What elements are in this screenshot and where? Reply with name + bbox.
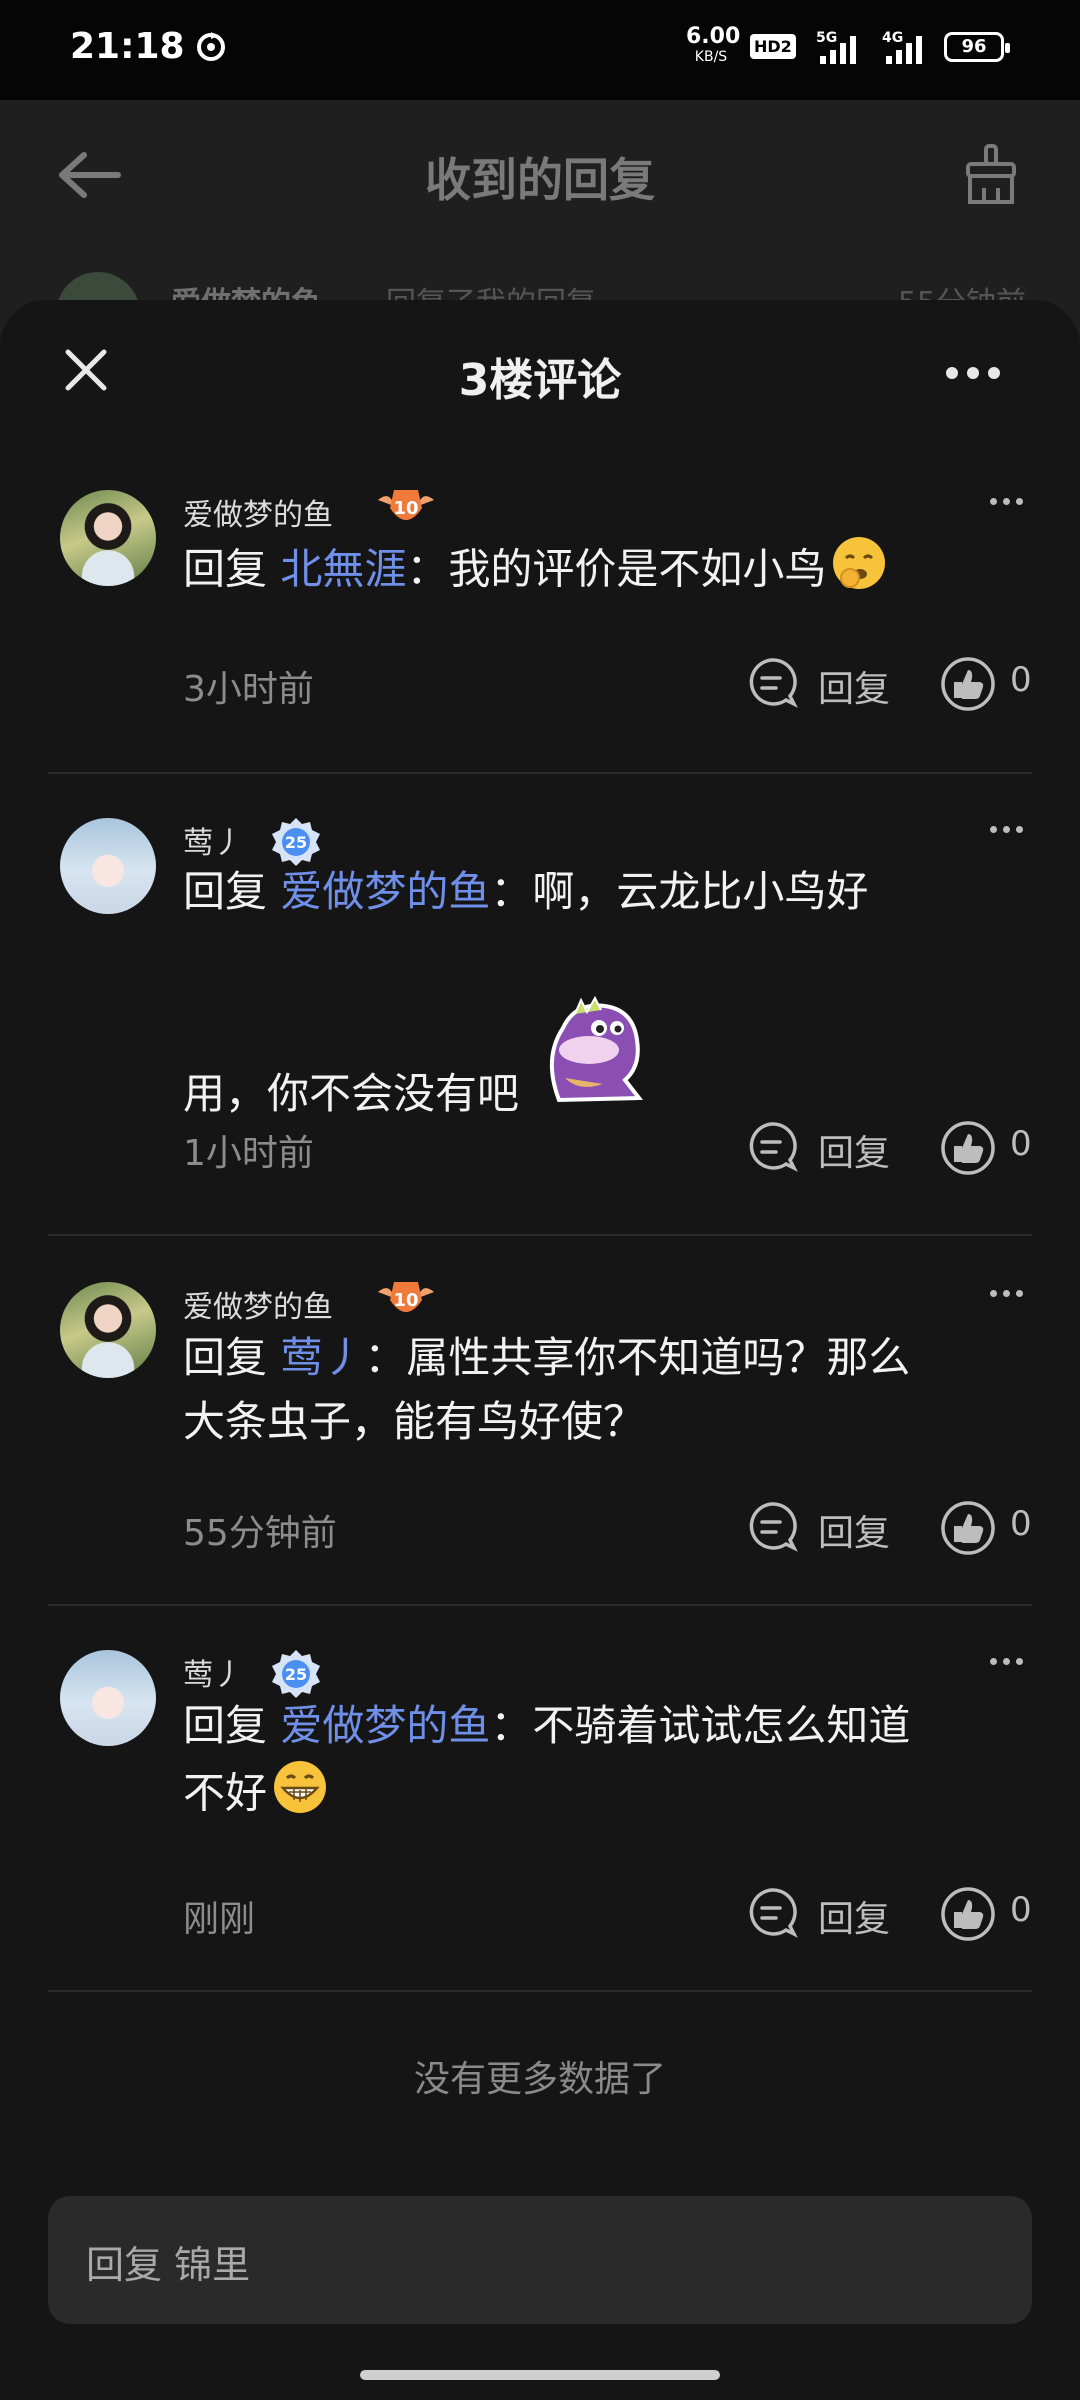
reply-bubble-icon[interactable] bbox=[746, 1500, 798, 1556]
mention-link[interactable]: 莺丿 bbox=[280, 1333, 364, 1382]
comment-time: 3小时前 bbox=[183, 669, 314, 710]
like-count: 0 bbox=[1010, 660, 1032, 700]
comment-author[interactable]: 爱做梦的鱼 bbox=[183, 490, 333, 534]
comment-more-icon[interactable] bbox=[990, 818, 1029, 837]
purple-dinosaur-sticker-icon bbox=[529, 988, 653, 1126]
comment-author[interactable]: 莺丿 bbox=[183, 1650, 243, 1694]
reply-bubble-icon[interactable] bbox=[746, 1886, 798, 1942]
avatar[interactable] bbox=[60, 490, 156, 586]
mention-link[interactable]: 爱做梦的鱼 bbox=[280, 1701, 490, 1750]
reply-input[interactable]: 回复 锦里 bbox=[48, 2196, 1032, 2324]
comment-more-icon[interactable] bbox=[990, 1650, 1029, 1669]
level-badge-icon: 10 bbox=[376, 482, 434, 526]
like-thumb-icon[interactable] bbox=[940, 1120, 996, 1180]
status-time: 21:18 bbox=[70, 26, 185, 67]
reply-button[interactable]: 回复 bbox=[818, 1504, 890, 1556]
signal-5g-icon bbox=[820, 34, 864, 64]
avatar[interactable] bbox=[60, 1650, 156, 1746]
clear-broom-icon[interactable] bbox=[960, 144, 1022, 210]
level-badge-icon: 25 bbox=[266, 1648, 320, 1698]
comment-author[interactable]: 爱做梦的鱼 bbox=[183, 1282, 333, 1326]
level-badge-icon: 25 bbox=[266, 816, 320, 866]
comment-text: 回复 莺丿：属性共享你不知道吗？那么 大条虫子，能有鸟好使？ bbox=[183, 1333, 911, 1446]
comment-item: 莺丿 25 回复 爱做梦的鱼：不骑着试试怎么知道 不好 刚刚 回复 0 bbox=[0, 1650, 1080, 1950]
comment-text-line-2: 用，你不会没有吧 bbox=[183, 988, 1013, 1126]
gesture-home-bar[interactable] bbox=[360, 2370, 720, 2380]
reply-bubble-icon[interactable] bbox=[746, 656, 798, 712]
reply-input-placeholder: 回复 锦里 bbox=[86, 2243, 251, 2287]
comment-actions: 回复 0 bbox=[746, 1118, 1036, 1178]
comment-text: 回复 爱做梦的鱼：不骑着试试怎么知道 不好 bbox=[183, 1694, 1013, 1834]
comment-time: 55分钟前 bbox=[183, 1513, 337, 1554]
like-count: 0 bbox=[1010, 1124, 1032, 1164]
divider bbox=[48, 1990, 1032, 1992]
like-count: 0 bbox=[1010, 1890, 1032, 1930]
yawning-face-emoji-icon bbox=[830, 534, 888, 610]
comment-time: 1小时前 bbox=[183, 1133, 314, 1174]
comment-actions: 回复 0 bbox=[746, 1884, 1036, 1944]
comment-more-icon[interactable] bbox=[990, 490, 1029, 509]
like-thumb-icon[interactable] bbox=[940, 1886, 996, 1946]
hd-voice-icon: HD2 bbox=[750, 34, 796, 59]
reply-button[interactable]: 回复 bbox=[818, 1890, 890, 1942]
no-more-data-label: 没有更多数据了 bbox=[413, 2059, 666, 2100]
sheet-title: 3楼评论 bbox=[458, 355, 622, 406]
svg-text:25: 25 bbox=[285, 833, 307, 852]
comment-text: 回复 爱做梦的鱼：啊，云龙比小鸟好 bbox=[183, 867, 869, 916]
page-title: 收到的回复 bbox=[425, 153, 655, 207]
divider bbox=[48, 1604, 1032, 1606]
reply-button[interactable]: 回复 bbox=[818, 660, 890, 712]
battery-icon: 96 bbox=[944, 32, 1010, 62]
svg-text:25: 25 bbox=[285, 1665, 307, 1684]
net-speed: 6.00 KB/S bbox=[686, 24, 741, 65]
comment-more-icon[interactable] bbox=[990, 1282, 1029, 1301]
comment-actions: 回复 0 bbox=[746, 1498, 1036, 1558]
reply-bubble-icon[interactable] bbox=[746, 1120, 798, 1176]
avatar[interactable] bbox=[60, 818, 156, 914]
comment-actions: 回复 0 bbox=[746, 654, 1036, 714]
comment-author[interactable]: 莺丿 bbox=[183, 818, 243, 862]
avatar[interactable] bbox=[60, 1282, 156, 1378]
sync-icon bbox=[194, 30, 228, 68]
signal-4g-icon bbox=[886, 34, 930, 64]
grinning-face-emoji-icon bbox=[271, 1758, 329, 1834]
mention-link[interactable]: 北無涯 bbox=[280, 545, 406, 594]
like-thumb-icon[interactable] bbox=[940, 1500, 996, 1560]
divider bbox=[48, 1234, 1032, 1236]
comment-item: 爱做梦的鱼 10 回复 莺丿：属性共享你不知道吗？那么 大条虫子，能有鸟好使？ 5… bbox=[0, 1282, 1080, 1582]
divider bbox=[48, 772, 1032, 774]
like-thumb-icon[interactable] bbox=[940, 656, 996, 716]
comment-text: 回复 北無涯：我的评价是不如小鸟 bbox=[183, 534, 1013, 610]
svg-text:10: 10 bbox=[393, 498, 418, 519]
level-badge-icon: 10 bbox=[376, 1274, 434, 1318]
svg-text:10: 10 bbox=[393, 1290, 418, 1311]
comment-time: 刚刚 bbox=[183, 1899, 256, 1940]
reply-button[interactable]: 回复 bbox=[818, 1124, 890, 1176]
comment-item: 爱做梦的鱼 10 回复 北無涯：我的评价是不如小鸟 3小时前 回复 0 bbox=[0, 490, 1080, 750]
comment-item: 莺丿 25 回复 爱做梦的鱼：啊，云龙比小鸟好 用，你不会没有吧 1小时前 回复… bbox=[0, 818, 1080, 1218]
more-options-icon[interactable] bbox=[946, 364, 1009, 383]
like-count: 0 bbox=[1010, 1504, 1032, 1544]
status-bar: 21:18 6.00 KB/S HD2 5G 4G 96 bbox=[0, 0, 1080, 100]
mention-link[interactable]: 爱做梦的鱼 bbox=[280, 867, 490, 916]
